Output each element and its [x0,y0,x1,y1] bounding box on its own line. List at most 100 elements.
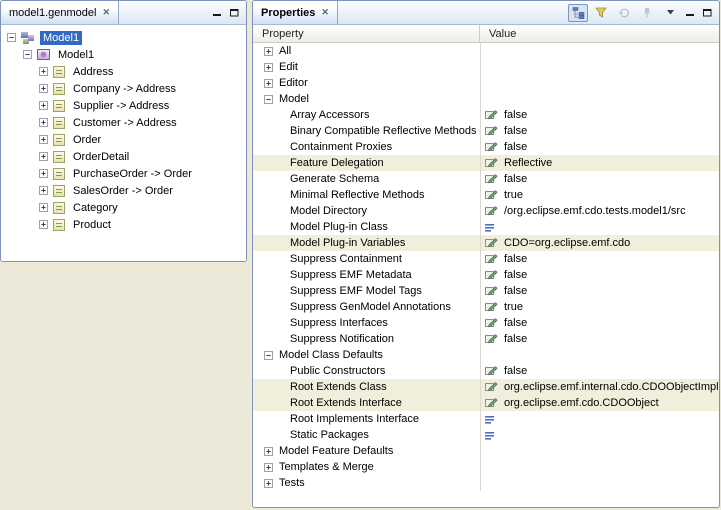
value-cell: false [480,315,719,331]
tab-model1-genmodel[interactable]: model1.genmodel ✕ [1,1,119,24]
close-icon[interactable]: ✕ [321,7,329,18]
expand-toggle-icon[interactable]: + [264,47,273,56]
pin-to-selection-button[interactable] [637,4,657,22]
property-category-row[interactable]: +All [253,43,719,59]
property-category-row[interactable]: +Templates & Merge [253,459,719,475]
tree-item[interactable]: +Product [3,216,244,233]
expand-toggle-icon[interactable]: + [39,101,48,110]
property-row[interactable]: Array Accessorsfalse [253,107,719,123]
collapse-toggle-icon[interactable]: − [264,351,273,360]
property-row[interactable]: Suppress Notification false [253,331,719,347]
show-advanced-properties-icon [595,7,607,18]
show-categories-button[interactable] [568,4,588,22]
value-cell: false [480,267,719,283]
property-row[interactable]: Generate Schemafalse [253,171,719,187]
property-name: Root Implements Interface [290,413,419,425]
collapse-toggle-icon[interactable]: − [7,33,16,42]
close-icon[interactable]: ✕ [102,7,110,18]
property-row[interactable]: Public Constructorsfalse [253,363,719,379]
property-row[interactable]: Root Extends Interfaceorg.eclipse.emf.cd… [253,395,719,411]
value-cell: false [480,171,719,187]
expand-toggle-icon[interactable]: + [264,479,273,488]
property-row[interactable]: Model Plug-in VariablesCDO=org.eclipse.e… [253,235,719,251]
property-row[interactable]: Minimal Reflective Methodstrue [253,187,719,203]
tab-properties[interactable]: Properties ✕ [253,1,338,24]
expand-toggle-icon[interactable]: + [39,169,48,178]
property-category-row[interactable]: +Model Feature Defaults [253,443,719,459]
expand-toggle-icon[interactable]: + [264,63,273,72]
expand-toggle-icon[interactable]: + [39,152,48,161]
property-cell: Containment Proxies [253,139,480,155]
tree-item[interactable]: +Company -> Address [3,80,244,97]
genclass-icon [53,151,65,163]
tree-item[interactable]: +Address [3,63,244,80]
tree-item[interactable]: −Model1 [3,46,244,63]
expand-toggle-icon[interactable]: + [39,186,48,195]
writable-value-icon [485,398,499,408]
property-cell: +All [253,43,480,59]
maximize-icon[interactable] [227,6,241,20]
property-cell: Suppress EMF Model Tags [253,283,480,299]
restore-default-value-button[interactable] [614,4,634,22]
editor-window-buttons [210,1,246,24]
genmodel-editor-pane: model1.genmodel ✕ −Model1−Model1+Address… [0,0,247,262]
property-row[interactable]: Feature DelegationReflective [253,155,719,171]
property-row[interactable]: Model Plug-in Class [253,219,719,235]
expand-toggle-icon[interactable]: + [39,118,48,127]
tree-item[interactable]: +Supplier -> Address [3,97,244,114]
property-category-row[interactable]: +Tests [253,475,719,491]
expand-toggle-icon[interactable]: + [264,79,273,88]
genclass-icon [53,100,65,112]
view-menu-button[interactable] [660,4,680,22]
show-advanced-properties-button[interactable] [591,4,611,22]
property-value: org.eclipse.emf.internal.cdo.CDOObjectIm… [504,381,719,393]
property-row[interactable]: Binary Compatible Reflective Methodsfals… [253,123,719,139]
property-cell: Suppress Interfaces [253,315,480,331]
property-category-row[interactable]: −Model [253,91,719,107]
tree-item[interactable]: +PurchaseOrder -> Order [3,165,244,182]
property-category-row[interactable]: +Editor [253,75,719,91]
expand-toggle-icon[interactable]: + [39,67,48,76]
property-row[interactable]: Containment Proxiesfalse [253,139,719,155]
column-header-property[interactable]: Property [253,25,480,42]
collapse-toggle-icon[interactable]: − [23,50,32,59]
property-category-row[interactable]: −Model Class Defaults [253,347,719,363]
property-cell: −Model [253,91,480,107]
writable-value-icon [485,382,499,392]
tree-item[interactable]: +Order [3,131,244,148]
expand-toggle-icon[interactable]: + [264,463,273,472]
property-row[interactable]: Root Extends Classorg.eclipse.emf.intern… [253,379,719,395]
property-row[interactable]: Model Directory/org.eclipse.emf.cdo.test… [253,203,719,219]
property-cell: Suppress Notification [253,331,480,347]
minimize-icon[interactable] [210,6,224,20]
expand-toggle-icon[interactable]: + [39,220,48,229]
property-row[interactable]: Suppress Interfacesfalse [253,315,719,331]
tree-item[interactable]: + OrderDetail [3,148,244,165]
column-header-value[interactable]: Value [480,25,719,42]
value-cell [480,75,719,91]
tree-item[interactable]: +Customer -> Address [3,114,244,131]
property-row[interactable]: Suppress EMF Model Tagsfalse [253,283,719,299]
tree-item[interactable]: +SalesOrder -> Order [3,182,244,199]
property-cell: +Model Feature Defaults [253,443,480,459]
property-category-row[interactable]: +Edit [253,59,719,75]
property-row[interactable]: Suppress EMF Metadatafalse [253,267,719,283]
tree-item[interactable]: −Model1 [3,29,244,46]
property-cell: +Edit [253,59,480,75]
tree-item-label: OrderDetail [70,150,132,164]
property-row[interactable]: Suppress GenModel Annotationstrue [253,299,719,315]
minimize-icon[interactable] [683,6,697,20]
collapse-toggle-icon[interactable]: − [264,95,273,104]
expand-toggle-icon[interactable]: + [264,447,273,456]
property-cell: Suppress EMF Metadata [253,267,480,283]
property-row[interactable]: Root Implements Interface [253,411,719,427]
property-value: false [504,333,527,345]
editor-tabstrip: model1.genmodel ✕ [1,1,246,25]
expand-toggle-icon[interactable]: + [39,84,48,93]
expand-toggle-icon[interactable]: + [39,203,48,212]
expand-toggle-icon[interactable]: + [39,135,48,144]
tree-item[interactable]: +Category [3,199,244,216]
property-row[interactable]: Suppress Containmentfalse [253,251,719,267]
property-row[interactable]: Static Packages [253,427,719,443]
maximize-icon[interactable] [700,6,714,20]
